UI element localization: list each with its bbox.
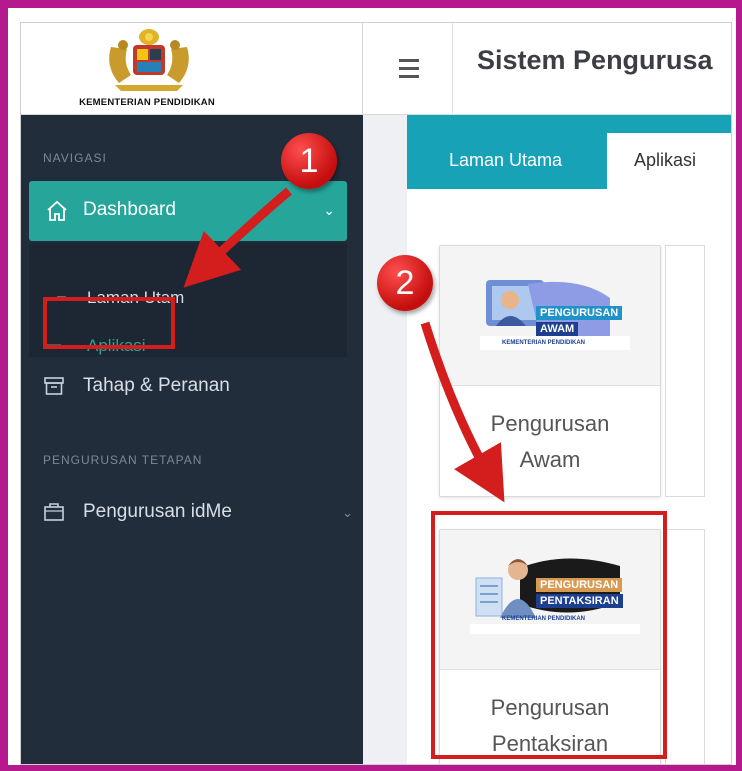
- sidebar-item-pengurusan-idme-label: Pengurusan idMe: [83, 501, 232, 522]
- app-card-partial[interactable]: [665, 245, 705, 497]
- sidebar-item-pengurusan-idme[interactable]: Pengurusan idMe ⌄: [43, 495, 353, 531]
- hamburger-icon: [399, 67, 419, 70]
- sidebar-item-tahap-peranan[interactable]: Tahap & Peranan: [43, 369, 353, 405]
- tab-bar: Laman Utama Aplikasi: [407, 115, 731, 189]
- sidebar-item-dashboard[interactable]: Dashboard ⌄: [29, 181, 347, 241]
- chevron-down-icon: ⌄: [342, 505, 353, 520]
- app-card-title-line1: Pengurusan: [490, 411, 610, 436]
- app-card-title-line2: Awam: [519, 447, 581, 472]
- app-window: KEMENTERIAN PENDIDIKAN NAVIGASI Dashboar…: [20, 22, 732, 765]
- briefcase-icon: [44, 503, 64, 521]
- hamburger-icon: [399, 59, 419, 62]
- navigation-section-label: NAVIGASI: [43, 151, 107, 165]
- coat-of-arms-logo: [109, 29, 189, 91]
- home-icon: [47, 200, 67, 221]
- settings-section-label: PENGURUSAN TETAPAN: [43, 453, 203, 467]
- app-card-image: PENGURUSAN AWAM KEMENTERIAN PENDIDIKAN: [440, 246, 660, 386]
- step-1-marker: 1: [281, 133, 337, 189]
- chevron-down-icon: ⌄: [323, 203, 335, 219]
- badge-line2: AWAM: [536, 322, 579, 336]
- app-card-pengurusan-awam[interactable]: PENGURUSAN AWAM KEMENTERIAN PENDIDIKAN P…: [439, 245, 661, 497]
- archive-box-icon: [44, 377, 64, 395]
- menu-toggle-button[interactable]: [363, 23, 453, 115]
- top-header: Sistem Pengurusa: [363, 23, 731, 115]
- highlight-box-pentaksiran: [431, 511, 667, 759]
- badge-footer: KEMENTERIAN PENDIDIKAN: [502, 340, 586, 346]
- logo-area: KEMENTERIAN PENDIDIKAN: [21, 23, 363, 115]
- app-card-partial[interactable]: [665, 529, 705, 764]
- badge-line1: PENGURUSAN: [536, 306, 623, 320]
- tab-label: Aplikasi: [634, 150, 697, 170]
- ministry-label: KEMENTERIAN PENDIDIKAN: [79, 97, 215, 108]
- step-2-marker: 2: [377, 255, 433, 311]
- page-title: Sistem Pengurusa: [477, 45, 713, 75]
- tab-label: Laman Utama: [449, 150, 563, 170]
- tab-aplikasi[interactable]: Aplikasi: [607, 133, 731, 189]
- highlight-box-aplikasi: [43, 297, 175, 349]
- sidebar-item-dashboard-label: Dashboard: [83, 199, 176, 220]
- hamburger-icon: [399, 75, 419, 78]
- sidebar-item-tahap-peranan-label: Tahap & Peranan: [83, 375, 230, 396]
- tab-laman-utama[interactable]: Laman Utama: [407, 133, 607, 189]
